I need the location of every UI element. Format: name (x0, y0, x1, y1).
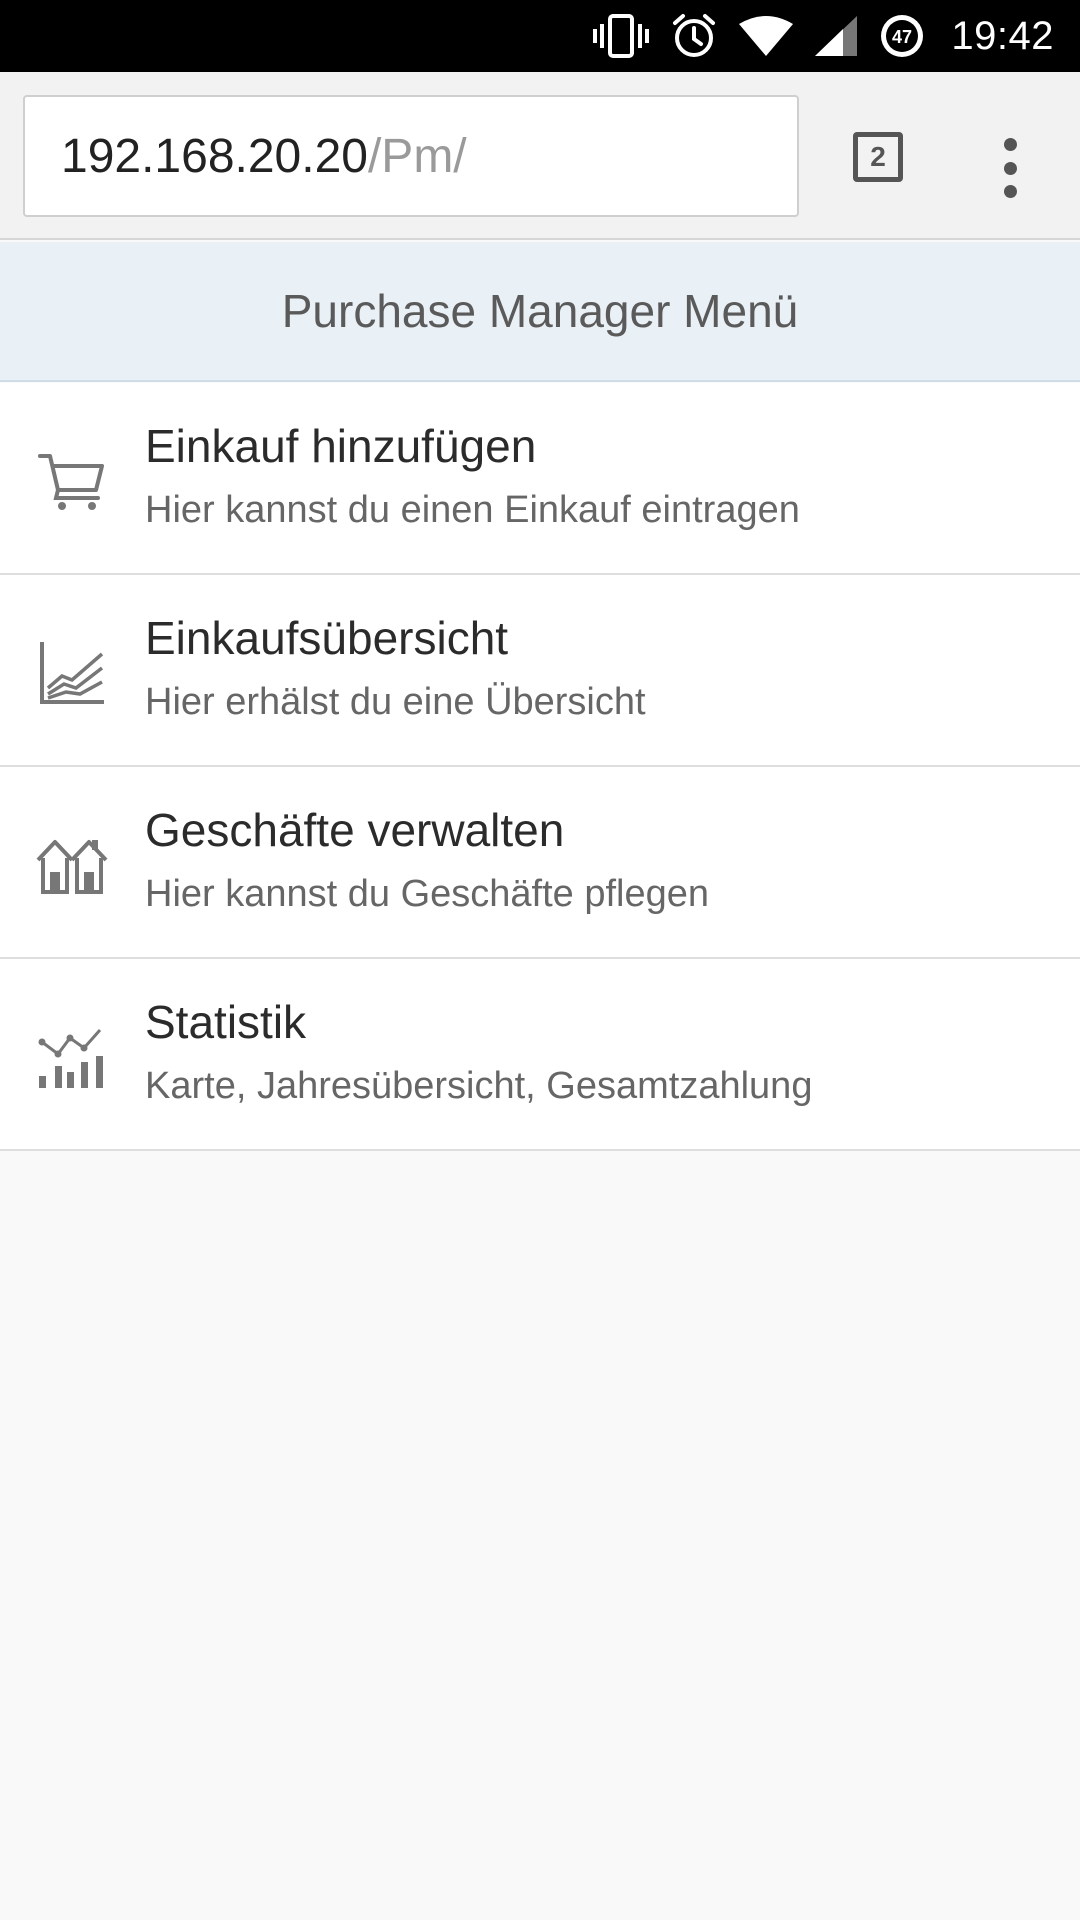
menu-list: Einkauf hinzufügen Hier kannst du einen … (0, 383, 1080, 1151)
menu-item-title: Einkaufsübersicht (145, 612, 509, 664)
page-header: Purchase Manager Menü (0, 242, 1080, 382)
menu-item-einkauf-hinzufuegen[interactable]: Einkauf hinzufügen Hier kannst du einen … (0, 383, 1080, 575)
menu-item-subtitle: Hier erhälst du eine Übersicht (145, 681, 646, 723)
wifi-icon (739, 16, 794, 56)
menu-item-statistik[interactable]: Statistik Karte, Jahresübersicht, Gesamt… (0, 959, 1080, 1151)
browser-toolbar: 192.168.20.20/Pm/ 2 (0, 72, 1080, 240)
menu-item-geschaefte-verwalten[interactable]: Geschäfte verwalten Hier kannst du Gesch… (0, 767, 1080, 959)
menu-item-einkaufsuebersicht[interactable]: Einkaufsübersicht Hier erhälst du eine Ü… (0, 575, 1080, 767)
cell-signal-icon (815, 16, 858, 56)
status-time: 19:42 (951, 13, 1054, 58)
status-icons: 47 19:42 (593, 0, 1054, 72)
vibrate-icon (593, 14, 650, 58)
url-bar[interactable]: 192.168.20.20/Pm/ (23, 95, 799, 217)
tab-switcher-button[interactable]: 2 (848, 127, 908, 187)
menu-item-title: Einkauf hinzufügen (145, 420, 537, 472)
svg-text:47: 47 (892, 27, 912, 47)
menu-dot (1003, 138, 1017, 151)
url-host: 192.168.20.20 (61, 129, 368, 183)
url-path: /Pm/ (367, 129, 467, 183)
menu-dot (1003, 185, 1017, 198)
menu-item-title: Statistik (145, 996, 307, 1048)
menu-item-subtitle: Hier kannst du Geschäfte pflegen (145, 873, 710, 915)
tab-count: 2 (870, 141, 886, 172)
tab-count-icon: 2 (853, 132, 903, 182)
houses-icon (36, 828, 108, 900)
menu-dot (1003, 161, 1017, 175)
menu-item-subtitle: Karte, Jahresübersicht, Gesamtzahlung (145, 1065, 813, 1107)
alarm-icon (671, 13, 717, 59)
status-bar: 47 19:42 (0, 0, 1080, 72)
statistics-icon (36, 1020, 108, 1092)
notification-badge-icon: 47 (879, 13, 925, 59)
menu-item-title: Geschäfte verwalten (145, 804, 565, 856)
area-chart-icon (36, 636, 108, 708)
overflow-menu-icon[interactable] (980, 132, 1040, 204)
shopping-cart-icon (36, 444, 108, 516)
page-title: Purchase Manager Menü (281, 285, 799, 337)
menu-item-subtitle: Hier kannst du einen Einkauf eintragen (145, 489, 800, 531)
